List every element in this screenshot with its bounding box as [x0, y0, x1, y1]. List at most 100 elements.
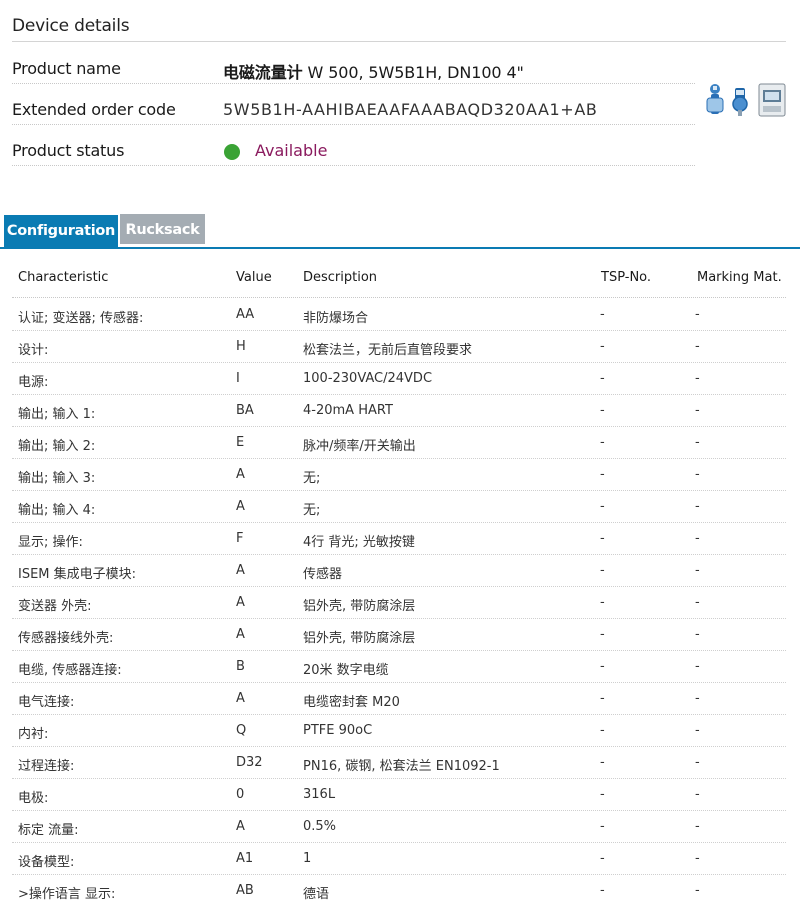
cell-tsp-no: -: [600, 435, 605, 450]
tab-rucksack[interactable]: Rucksack: [120, 214, 205, 244]
table-row: 输出; 输入 1: BA 4-20mA HART - -: [12, 394, 786, 427]
cell-description: 4行 背光; 光敏按键: [303, 535, 415, 550]
cell-description: 传感器: [303, 567, 343, 582]
table-row: 过程连接: D32 PN16, 碳钢, 松套法兰 EN1092-1 - -: [12, 746, 786, 779]
cell-tsp-no: -: [600, 627, 605, 642]
cell-characteristic: 过程连接:: [18, 759, 75, 774]
cell-value: A: [236, 627, 245, 642]
order-code-row: Extended order code 5W5B1H-AAHIBAEAAFAAA…: [12, 84, 695, 125]
cell-value: AA: [236, 307, 255, 322]
cell-value: A: [236, 467, 245, 482]
cell-characteristic: 变送器 外壳:: [18, 599, 92, 614]
product-name-label: Product name: [12, 59, 121, 78]
cell-marking-mat: -: [695, 371, 700, 386]
cell-description: 1: [303, 851, 312, 866]
order-code-label: Extended order code: [12, 100, 176, 119]
table-row: 传感器接线外壳: A 铝外壳, 带防腐涂层 - -: [12, 618, 786, 651]
cell-characteristic: ISEM 集成电子模块:: [18, 567, 137, 582]
cell-tsp-no: -: [600, 467, 605, 482]
table-row: 设备模型: A1 1 - -: [12, 842, 786, 875]
cell-marking-mat: -: [695, 691, 700, 706]
cell-description: 铝外壳, 带防腐涂层: [303, 599, 416, 614]
table-row: 输出; 输入 3: A 无; - -: [12, 458, 786, 491]
cell-tsp-no: -: [600, 819, 605, 834]
cell-characteristic: 电气连接:: [18, 695, 75, 710]
cell-tsp-no: -: [600, 307, 605, 322]
section-title: Device details: [12, 16, 130, 36]
cell-description: 20米 数字电缆: [303, 663, 389, 678]
cell-description: 100-230VAC/24VDC: [303, 371, 433, 386]
table-row: >操作语言 显示: AB 德语 - -: [12, 874, 786, 906]
cell-description: 无;: [303, 471, 321, 486]
table-row: 标定 流量: A 0.5% - -: [12, 810, 786, 843]
cell-characteristic: 设备模型:: [18, 855, 75, 870]
table-row: 电极: 0 316L - -: [12, 778, 786, 811]
status-indicator-icon: [224, 144, 240, 160]
cell-marking-mat: -: [695, 723, 700, 738]
cell-value: BA: [236, 403, 254, 418]
section-divider: [12, 41, 786, 42]
cell-characteristic: 输出; 输入 2:: [18, 439, 96, 454]
product-images[interactable]: [705, 82, 787, 118]
tab-rucksack-label: Rucksack: [125, 222, 200, 238]
cell-characteristic: 标定 流量:: [18, 823, 79, 838]
cell-marking-mat: -: [695, 659, 700, 674]
product-name-value: 电磁流量计 W 500, 5W5B1H, DN100 4": [223, 59, 524, 83]
product-name-bold: 电磁流量计: [223, 63, 303, 82]
cell-value: 0: [236, 787, 245, 802]
cell-description: 脉冲/频率/开关输出: [303, 439, 416, 454]
cell-marking-mat: -: [695, 435, 700, 450]
cell-description: 非防爆场合: [303, 311, 369, 326]
cell-marking-mat: -: [695, 499, 700, 514]
cell-value: D32: [236, 755, 263, 770]
cell-characteristic: 设计:: [18, 343, 49, 358]
cell-characteristic: >操作语言 显示:: [18, 887, 116, 902]
cell-tsp-no: -: [600, 563, 605, 578]
cell-tsp-no: -: [600, 691, 605, 706]
cell-tsp-no: -: [600, 371, 605, 386]
header-marking-mat: Marking Mat.: [697, 270, 782, 285]
header-characteristic: Characteristic: [18, 270, 109, 285]
cell-tsp-no: -: [600, 339, 605, 354]
cell-characteristic: 电极:: [18, 791, 49, 806]
cell-description: 无;: [303, 503, 321, 518]
cell-marking-mat: -: [695, 307, 700, 322]
cell-tsp-no: -: [600, 499, 605, 514]
table-row: 内衬: Q PTFE 90oC - -: [12, 714, 786, 747]
status-value: Available: [255, 141, 328, 160]
cell-tsp-no: -: [600, 531, 605, 546]
cell-marking-mat: -: [695, 627, 700, 642]
table-row: 变送器 外壳: A 铝外壳, 带防腐涂层 - -: [12, 586, 786, 619]
tab-configuration-label: Configuration: [6, 223, 116, 239]
cell-tsp-no: -: [600, 755, 605, 770]
cell-value: Q: [236, 723, 247, 738]
cell-characteristic: 认证; 变送器; 传感器:: [18, 311, 144, 326]
cell-marking-mat: -: [695, 595, 700, 610]
table-row: 显示; 操作: F 4行 背光; 光敏按键 - -: [12, 522, 786, 555]
cell-value: I: [236, 371, 240, 386]
cell-description: 4-20mA HART: [303, 403, 393, 418]
cell-characteristic: 传感器接线外壳:: [18, 631, 114, 646]
cell-description: 电缆密封套 M20: [303, 695, 400, 710]
cell-characteristic: 输出; 输入 3:: [18, 471, 96, 486]
table-row: 认证; 变送器; 传感器: AA 非防爆场合 - -: [12, 298, 786, 331]
cell-value: A: [236, 691, 245, 706]
cell-characteristic: 输出; 输入 4:: [18, 503, 96, 518]
cell-description: 铝外壳, 带防腐涂层: [303, 631, 416, 646]
cell-marking-mat: -: [695, 883, 700, 898]
table-row: ISEM 集成电子模块: A 传感器 - -: [12, 554, 786, 587]
tab-configuration[interactable]: Configuration: [4, 215, 118, 248]
product-name-row: Product name 电磁流量计 W 500, 5W5B1H, DN100 …: [12, 43, 695, 84]
cell-marking-mat: -: [695, 851, 700, 866]
cell-value: AB: [236, 883, 254, 898]
cell-marking-mat: -: [695, 755, 700, 770]
order-code-value: 5W5B1H-AAHIBAEAAFAAABAQD320AA1+AB: [223, 100, 598, 119]
cell-description: PN16, 碳钢, 松套法兰 EN1092-1: [303, 759, 500, 774]
cell-tsp-no: -: [600, 883, 605, 898]
cell-marking-mat: -: [695, 787, 700, 802]
cell-value: A: [236, 563, 245, 578]
product-status-row: Product status Available: [12, 125, 695, 166]
cell-characteristic: 电源:: [18, 375, 49, 390]
cell-value: A: [236, 819, 245, 834]
cell-description: 松套法兰，无前后直管段要求: [303, 343, 473, 358]
